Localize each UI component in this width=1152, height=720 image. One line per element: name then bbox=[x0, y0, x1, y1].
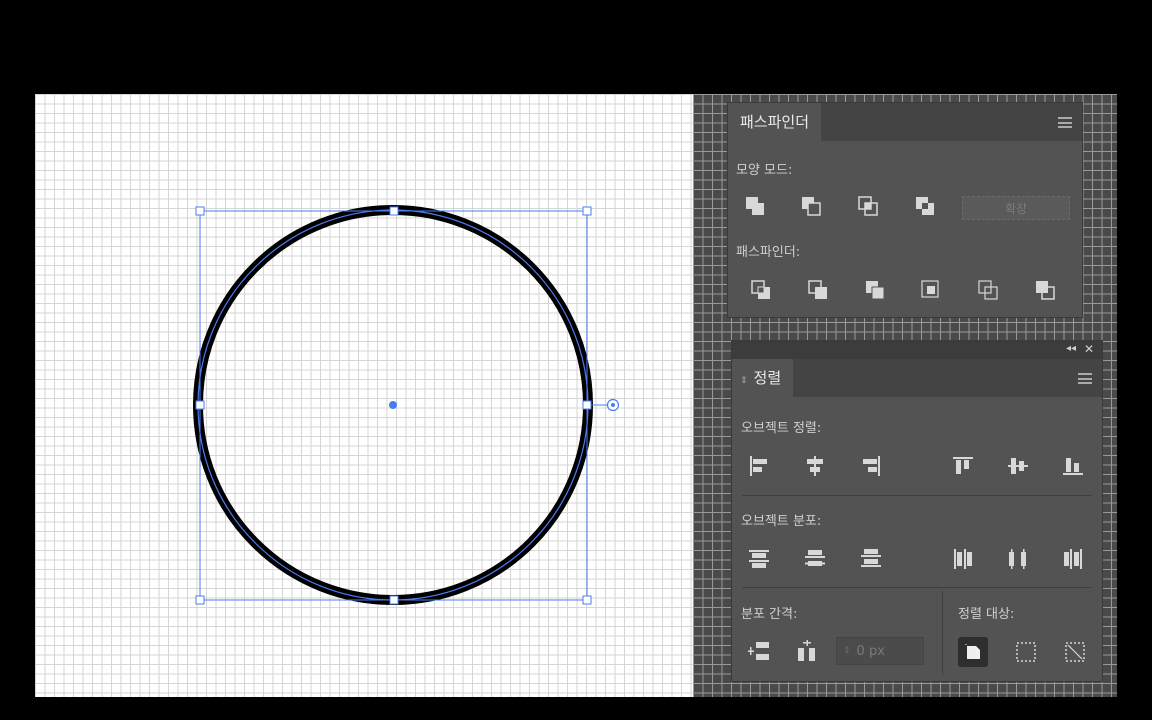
distribute-vertical-center-button[interactable] bbox=[802, 546, 828, 572]
divide-icon bbox=[751, 280, 770, 299]
panel-dock: 패스파인더 모양 모드: 확장 패스파인더: ◂◂ ✕ ⇕ 정렬 오브젝트 정렬… bbox=[693, 94, 1117, 697]
minus-back-icon bbox=[1036, 281, 1055, 300]
tab-align-label: 정렬 bbox=[753, 369, 782, 387]
vertical-distribute-top-icon bbox=[749, 550, 769, 568]
merge-button[interactable] bbox=[862, 277, 888, 303]
align-left-button[interactable] bbox=[746, 453, 772, 479]
distribute-divider bbox=[742, 587, 1092, 588]
align-panel: ◂◂ ✕ ⇕ 정렬 오브젝트 정렬: 오브젝트 분포: 분포 간격: 정렬 대상… bbox=[731, 340, 1103, 682]
vertical-align-bottom-icon bbox=[1063, 458, 1083, 475]
divide-button[interactable] bbox=[748, 277, 774, 303]
intersect-button[interactable] bbox=[855, 193, 881, 219]
spacing-input[interactable]: ⇕ 0 px bbox=[836, 637, 924, 665]
align-objects-label: 오브젝트 정렬: bbox=[741, 421, 822, 436]
horizontal-distribute-center-icon bbox=[1009, 549, 1026, 569]
rotate-handle-dot bbox=[611, 403, 615, 407]
handle-top-left[interactable] bbox=[195, 206, 205, 216]
crop-icon bbox=[921, 280, 939, 298]
handle-top-middle[interactable] bbox=[389, 206, 399, 216]
close-panel-button[interactable]: ✕ bbox=[1084, 342, 1094, 356]
horizontal-distribute-right-icon bbox=[1064, 549, 1082, 569]
horizontal-distribute-space-button[interactable] bbox=[794, 638, 820, 664]
tab-pathfinder[interactable]: 패스파인더 bbox=[728, 103, 822, 141]
key-object-icon bbox=[965, 644, 980, 659]
minus-back-button[interactable] bbox=[1032, 277, 1058, 303]
align-to-key-object-button[interactable] bbox=[958, 637, 988, 667]
intersect-icon bbox=[858, 196, 878, 216]
vertical-align-center-icon bbox=[1008, 458, 1028, 474]
selection-icon bbox=[1016, 642, 1036, 662]
trim-icon bbox=[808, 280, 827, 299]
align-to-selection-button[interactable] bbox=[1013, 639, 1039, 665]
handle-bottom-middle[interactable] bbox=[389, 595, 399, 605]
align-panel-titlebar: ◂◂ ✕ bbox=[732, 341, 1102, 359]
outline-button[interactable] bbox=[975, 277, 1001, 303]
panel-menu-icon[interactable] bbox=[1058, 117, 1072, 128]
exclude-icon bbox=[916, 197, 934, 215]
panel-menu-icon[interactable] bbox=[1078, 373, 1092, 384]
handle-bottom-left[interactable] bbox=[195, 595, 205, 605]
distribute-right-button[interactable] bbox=[1060, 546, 1086, 572]
distribute-top-button[interactable] bbox=[746, 546, 772, 572]
distribute-spacing-label: 분포 간격: bbox=[741, 607, 798, 622]
horizontal-align-center-icon bbox=[807, 456, 823, 476]
pathfinder-panel: 패스파인더 모양 모드: 확장 패스파인더: bbox=[727, 102, 1083, 318]
artboard-canvas[interactable] bbox=[35, 94, 693, 697]
trim-button[interactable] bbox=[805, 277, 831, 303]
handle-top-right[interactable] bbox=[582, 206, 592, 216]
unite-icon bbox=[746, 197, 764, 215]
horizontal-distribute-space-icon bbox=[798, 640, 815, 661]
align-top-button[interactable] bbox=[950, 453, 976, 479]
horizontal-distribute-left-icon bbox=[954, 549, 972, 569]
align-vertical-center-button[interactable] bbox=[1005, 453, 1031, 479]
horizontal-align-right-icon bbox=[863, 456, 880, 476]
distribute-bottom-button[interactable] bbox=[858, 546, 884, 572]
distribute-left-button[interactable] bbox=[950, 546, 976, 572]
distribute-objects-label: 오브젝트 분포: bbox=[741, 514, 822, 529]
spacing-align-to-divider bbox=[942, 591, 943, 675]
align-tabbar: ⇕ 정렬 bbox=[732, 359, 1102, 397]
crop-button[interactable] bbox=[918, 277, 944, 303]
exclude-button[interactable] bbox=[912, 193, 938, 219]
handle-left-middle[interactable] bbox=[195, 400, 205, 410]
align-to-label: 정렬 대상: bbox=[958, 607, 1015, 622]
artwork-layer[interactable] bbox=[35, 94, 693, 697]
vertical-distribute-space-button[interactable] bbox=[746, 638, 772, 664]
align-to-artboard-button[interactable] bbox=[1062, 639, 1088, 665]
pathfinders-label: 패스파인더: bbox=[736, 245, 801, 260]
vertical-distribute-center-icon bbox=[805, 550, 825, 566]
align-right-button[interactable] bbox=[858, 453, 884, 479]
unite-button[interactable] bbox=[742, 193, 768, 219]
center-point bbox=[389, 401, 397, 409]
collapse-panel-button[interactable]: ◂◂ bbox=[1066, 343, 1076, 354]
pathfinder-tabbar: 패스파인더 bbox=[728, 103, 1082, 141]
align-divider bbox=[742, 495, 1092, 496]
vertical-align-top-icon bbox=[953, 457, 973, 474]
outline-icon bbox=[978, 280, 998, 300]
minus-front-icon bbox=[802, 197, 821, 216]
handle-bottom-right[interactable] bbox=[582, 595, 592, 605]
minus-front-button[interactable] bbox=[798, 193, 824, 219]
tab-collapse-arrows-icon: ⇕ bbox=[740, 376, 748, 386]
horizontal-align-left-icon bbox=[750, 456, 767, 476]
vertical-distribute-space-icon bbox=[748, 642, 769, 660]
tab-align[interactable]: ⇕ 정렬 bbox=[732, 359, 794, 397]
distribute-horizontal-center-button[interactable] bbox=[1005, 546, 1031, 572]
align-horizontal-center-button[interactable] bbox=[802, 453, 828, 479]
stepper-arrows-icon[interactable]: ⇕ bbox=[843, 646, 851, 656]
align-bottom-button[interactable] bbox=[1060, 453, 1086, 479]
shape-modes-label: 모양 모드: bbox=[736, 163, 793, 178]
handle-right-middle[interactable] bbox=[582, 400, 592, 410]
merge-icon bbox=[866, 281, 885, 300]
expand-button[interactable]: 확장 bbox=[962, 196, 1070, 220]
spacing-value: 0 px bbox=[856, 643, 885, 659]
artboard-icon bbox=[1065, 642, 1085, 662]
vertical-distribute-bottom-icon bbox=[861, 549, 881, 567]
